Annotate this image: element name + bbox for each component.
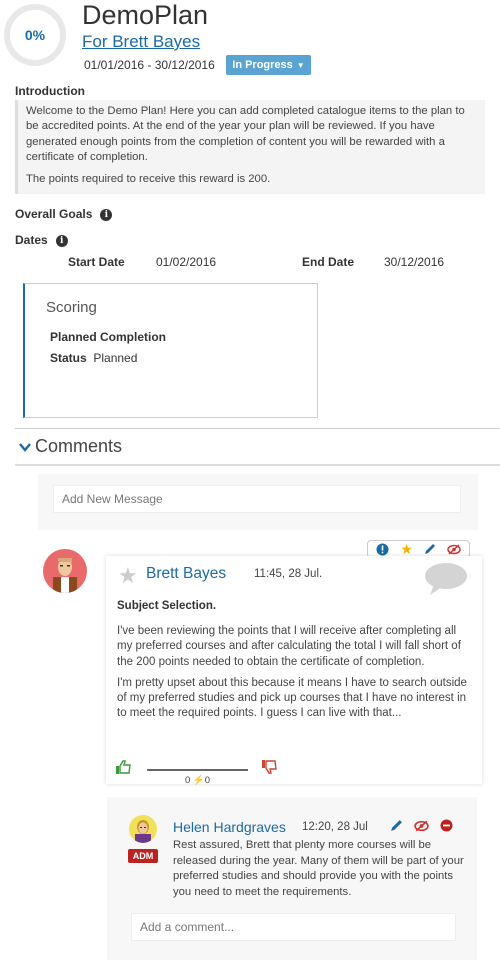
- chevron-down-icon: [19, 439, 31, 455]
- comment-bubble-icon[interactable]: [424, 562, 468, 599]
- avatar: [129, 815, 157, 843]
- new-message-container: Add New Message: [38, 474, 478, 530]
- reply-time: 12:20, 28 Jul: [302, 821, 368, 833]
- plan-date-range: 01/01/2016 - 30/12/2016: [84, 58, 215, 72]
- remove-icon[interactable]: [440, 819, 453, 835]
- start-date-label: Start Date: [68, 255, 125, 269]
- comment-time: 11:45, 28 Jul.: [254, 568, 323, 580]
- flag-icon[interactable]: [376, 542, 390, 556]
- scoring-title: Scoring: [46, 299, 97, 316]
- comments-section-toggle[interactable]: Comments: [15, 428, 500, 466]
- introduction-points-paragraph: The points required to receive this rewa…: [26, 173, 271, 186]
- reply-container: ADM Helen Hardgraves 12:20, 28 Jul Rest …: [107, 797, 477, 960]
- comments-heading: Comments: [35, 436, 123, 456]
- pencil-icon[interactable]: [390, 819, 403, 835]
- end-date-label: End Date: [302, 255, 355, 269]
- caret-down-icon: ▼: [296, 60, 305, 70]
- add-comment-input[interactable]: Add a comment...: [131, 913, 456, 941]
- hide-icon[interactable]: [447, 542, 461, 556]
- admin-badge: ADM: [128, 849, 158, 863]
- comment-paragraph: I've been reviewing the points that I wi…: [117, 625, 461, 668]
- introduction-box: Welcome to the Demo Plan! Here you can a…: [15, 100, 485, 194]
- new-message-input[interactable]: Add New Message: [53, 485, 461, 513]
- comment-paragraph: I'm pretty upset about this because it m…: [117, 676, 467, 720]
- thumbs-down-icon[interactable]: [262, 760, 277, 777]
- scoring-status: Status Planned: [50, 351, 137, 365]
- dates-heading: Dates i: [15, 233, 68, 247]
- avatar: [43, 549, 87, 593]
- comment-subject: Subject Selection.: [117, 600, 217, 612]
- plan-title: DemoPlan: [82, 0, 209, 30]
- info-icon[interactable]: i: [100, 208, 113, 221]
- favorite-star-icon[interactable]: ★: [118, 563, 138, 589]
- hide-icon[interactable]: [414, 820, 429, 835]
- comment-body: I've been reviewing the points that I wi…: [117, 624, 473, 722]
- reply-author[interactable]: Helen Hardgraves: [173, 819, 286, 835]
- scoring-status-value: Planned: [93, 351, 138, 365]
- scoring-panel: Scoring Planned Completion Status Planne…: [23, 283, 318, 418]
- end-date-value: 30/12/2016: [384, 255, 445, 269]
- vote-score: 0 ⚡0: [185, 775, 211, 786]
- star-icon[interactable]: ★: [400, 541, 414, 557]
- pencil-icon[interactable]: [423, 542, 437, 556]
- comment-card: ★ Brett Bayes 11:45, 28 Jul. Subject Sel…: [106, 556, 482, 786]
- overall-goals-heading: Overall Goals i: [15, 207, 113, 221]
- status-dropdown-button[interactable]: In Progress ▼: [226, 55, 311, 75]
- progress-ring: 0%: [4, 4, 66, 66]
- introduction-heading: Introduction: [15, 84, 85, 98]
- vote-ratio-bar: [147, 769, 248, 771]
- comment-author[interactable]: Brett Bayes: [146, 565, 226, 583]
- thumbs-up-icon[interactable]: [116, 760, 131, 777]
- status-label: In Progress: [232, 59, 293, 71]
- progress-percent: 0%: [24, 27, 46, 43]
- scoring-status-label: Status: [50, 351, 87, 365]
- dates-label: Dates: [15, 233, 48, 247]
- start-date-value: 01/02/2016: [156, 255, 217, 269]
- reply-body: Rest assured, Brett that plenty more cou…: [173, 839, 464, 898]
- plan-owner-link[interactable]: For Brett Bayes: [82, 32, 200, 52]
- info-icon[interactable]: i: [55, 234, 68, 247]
- introduction-paragraph: Welcome to the Demo Plan! Here you can a…: [26, 105, 465, 163]
- planned-completion-label: Planned Completion: [50, 330, 167, 344]
- overall-goals-label: Overall Goals: [15, 207, 93, 221]
